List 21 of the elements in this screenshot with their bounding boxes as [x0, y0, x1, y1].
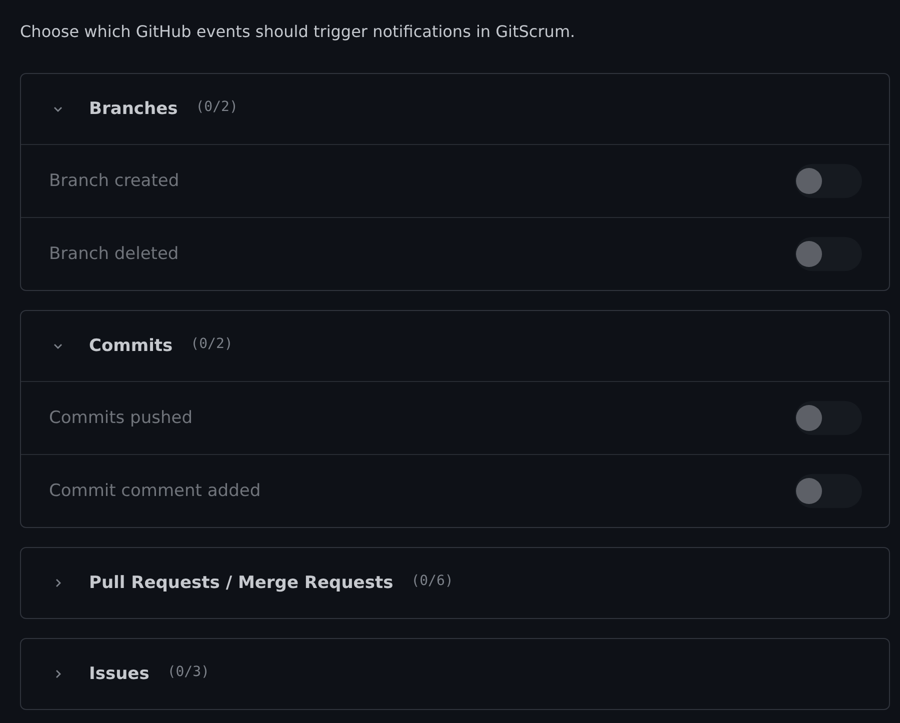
event-label: Commit comment added — [49, 481, 261, 501]
event-label: Commits pushed — [49, 408, 192, 428]
event-label: Branch created — [49, 171, 180, 191]
section-header[interactable]: Commits (0/2) — [21, 311, 889, 381]
toggle-switch[interactable] — [795, 401, 862, 435]
section-count: (0/2) — [196, 99, 238, 115]
toggle-switch[interactable] — [795, 164, 862, 198]
section-header[interactable]: Pull Requests / Merge Requests (0/6) — [21, 548, 889, 618]
event-label: Branch deleted — [49, 244, 179, 264]
toggle-switch[interactable] — [795, 474, 862, 508]
section-count: (0/2) — [190, 336, 233, 352]
toggle-switch[interactable] — [795, 237, 862, 271]
section-title: Pull Requests / Merge Requests — [89, 573, 394, 593]
section-header[interactable]: Issues (0/3) — [21, 639, 889, 709]
section-count: (0/3) — [167, 664, 210, 680]
section-header[interactable]: Branches (0/2) — [21, 74, 889, 144]
section-count: (0/6) — [411, 573, 454, 589]
section-title: Branches — [89, 99, 178, 119]
section-title: Commits — [89, 336, 173, 356]
intro-text: Choose which GitHub events should trigger notifications in GitScrum. — [20, 21, 576, 43]
section-title: Issues — [89, 664, 150, 684]
